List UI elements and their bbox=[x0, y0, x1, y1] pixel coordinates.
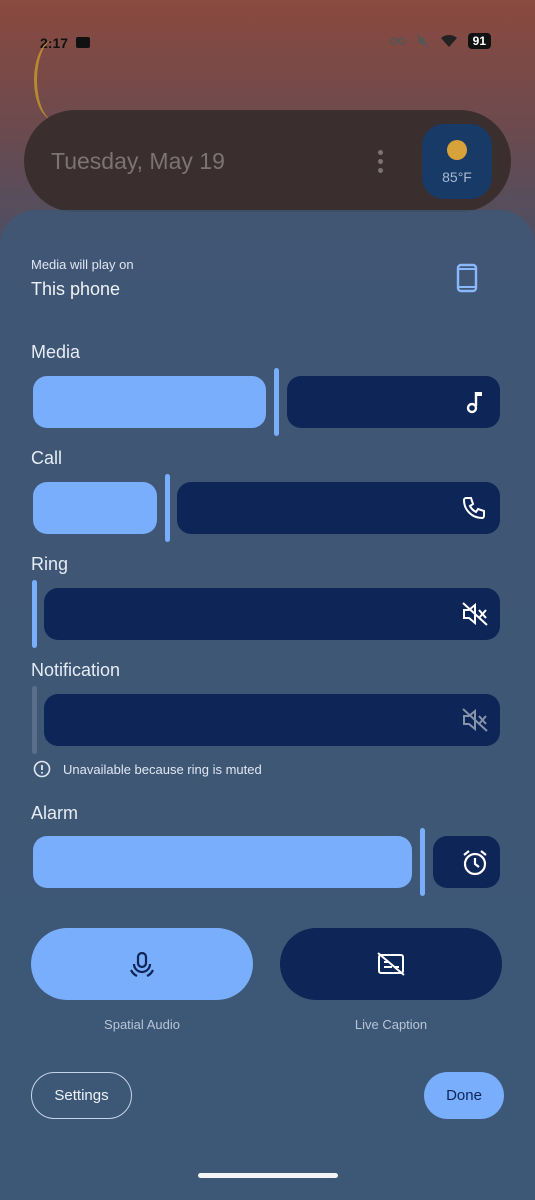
call-volume-label: Call bbox=[31, 448, 63, 468]
notification-volume-label: Notification bbox=[31, 660, 121, 680]
media-output-device: This phone bbox=[31, 279, 121, 299]
alarm-volume-label: Alarm bbox=[31, 803, 79, 823]
ring-slider-track bbox=[44, 588, 500, 640]
media-slider-handle[interactable] bbox=[274, 368, 279, 436]
mute-icon bbox=[416, 34, 430, 48]
wifi-icon bbox=[440, 34, 457, 47]
call-slider-handle[interactable] bbox=[165, 474, 170, 542]
status-bar: 2:17 91 bbox=[0, 0, 535, 88]
alarm-slider-handle[interactable] bbox=[420, 828, 425, 896]
home-indicator[interactable] bbox=[198, 1173, 338, 1178]
media-volume-slider[interactable] bbox=[33, 368, 500, 436]
media-volume-label: Media bbox=[31, 342, 81, 362]
media-slider-fill bbox=[33, 376, 266, 428]
live-caption-toggle[interactable] bbox=[280, 928, 502, 1000]
notification-muted-icon bbox=[462, 708, 488, 732]
call-volume-slider[interactable] bbox=[33, 474, 500, 542]
notification-slider-track bbox=[44, 694, 500, 746]
alarm-slider-fill bbox=[33, 836, 412, 888]
ring-volume-label: Ring bbox=[31, 554, 69, 574]
volume-panel: Media will play on This phone Media Call… bbox=[0, 210, 535, 1200]
call-slider-track bbox=[177, 482, 500, 534]
spatial-audio-toggle[interactable] bbox=[31, 928, 253, 1000]
done-button[interactable]: Done bbox=[424, 1072, 504, 1119]
notification-slider-handle bbox=[32, 686, 37, 754]
alarm-volume-slider[interactable] bbox=[33, 828, 500, 896]
sun-icon bbox=[447, 140, 467, 160]
ring-muted-notice: Unavailable because ring is muted bbox=[33, 760, 262, 778]
music-note-icon bbox=[466, 392, 482, 414]
notification-volume-slider bbox=[32, 686, 500, 754]
phone-call-icon bbox=[462, 497, 485, 520]
ring-volume-slider[interactable] bbox=[32, 580, 500, 648]
date-weather-card: Tuesday, May 19 85°F bbox=[24, 110, 511, 212]
date-text[interactable]: Tuesday, May 19 bbox=[51, 148, 225, 175]
live-caption-label: Live Caption bbox=[354, 1017, 428, 1032]
spatial-audio-icon bbox=[129, 951, 155, 978]
ring-slider-handle[interactable] bbox=[32, 580, 37, 648]
wallpaper-arc bbox=[34, 40, 74, 120]
message-notification-icon bbox=[76, 37, 90, 48]
media-output-label: Media will play on bbox=[31, 257, 134, 272]
status-icons: 91 bbox=[389, 33, 491, 49]
info-icon bbox=[33, 760, 51, 778]
weather-temperature: 85°F bbox=[442, 169, 472, 185]
more-options-icon[interactable] bbox=[376, 150, 384, 176]
weather-widget[interactable]: 85°F bbox=[422, 124, 492, 199]
ringer-muted-icon[interactable] bbox=[461, 601, 489, 627]
call-slider-fill bbox=[33, 482, 157, 534]
settings-button[interactable]: Settings bbox=[31, 1072, 132, 1119]
battery-level: 91 bbox=[467, 33, 491, 49]
phone-device-icon[interactable] bbox=[456, 263, 478, 293]
spatial-audio-label: Spatial Audio bbox=[104, 1017, 180, 1032]
vpn-key-icon bbox=[389, 37, 406, 45]
alarm-clock-icon bbox=[463, 850, 487, 876]
live-caption-off-icon bbox=[377, 952, 405, 976]
ring-muted-notice-text: Unavailable because ring is muted bbox=[63, 761, 262, 777]
